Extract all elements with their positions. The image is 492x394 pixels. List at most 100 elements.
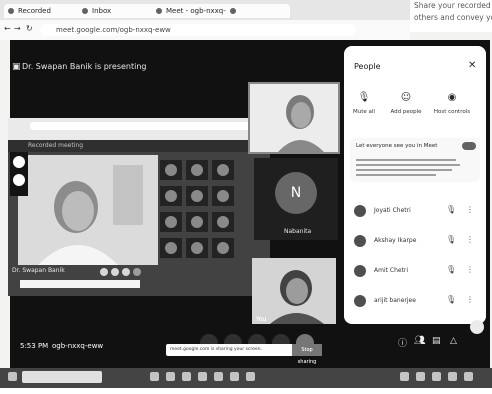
shared-taskbar — [20, 280, 140, 288]
shared-address-bar — [30, 122, 250, 130]
mic-off-icon[interactable]: 🎙︎ — [446, 205, 456, 214]
shared-main-video — [18, 155, 158, 265]
hangup-icon — [133, 268, 141, 276]
panel-title: People — [354, 62, 381, 71]
app-icon[interactable] — [166, 372, 175, 381]
camera-icon — [111, 268, 119, 276]
tray-icon[interactable] — [416, 372, 425, 381]
shared-toolbar — [10, 152, 28, 196]
app-icon[interactable] — [198, 372, 207, 381]
add-people-button[interactable]: ☺ Add people — [386, 92, 426, 115]
browser-tab[interactable]: Meet - ogb-nxxq-eww× — [152, 4, 236, 18]
more-vert-icon[interactable]: ⋮ — [466, 295, 474, 304]
stop-sharing-button[interactable]: Stop sharing — [292, 344, 322, 365]
avatar — [354, 265, 366, 277]
participant-name: Nabanita — [284, 228, 312, 235]
shared-tile — [186, 160, 208, 180]
close-icon[interactable]: ✕ — [468, 60, 476, 71]
caption-line: Share your recorded — [414, 1, 491, 10]
more-vert-icon[interactable]: ⋮ — [466, 205, 474, 214]
info-body — [356, 159, 466, 177]
taskbar-search[interactable] — [22, 371, 102, 383]
mic-off-icon: 🎙︎ — [357, 92, 371, 103]
shared-tile — [212, 238, 234, 258]
shared-tile — [160, 160, 182, 180]
host-controls-button[interactable]: ◉ Host controls — [432, 92, 472, 115]
browser-tab-bar: Recorded× Inbox× Meet - ogb-nxxq-eww× — [0, 0, 410, 20]
participant-name: arijit banerjee — [374, 297, 416, 304]
more-vert-icon[interactable]: ⋮ — [466, 265, 474, 274]
app-icon[interactable] — [182, 372, 191, 381]
shared-tile — [212, 160, 234, 180]
presentation-icon: ▣ — [12, 62, 21, 72]
start-icon[interactable] — [8, 372, 17, 381]
avatar — [354, 205, 366, 217]
shared-tile — [212, 186, 234, 206]
toggle-switch[interactable] — [462, 142, 476, 150]
participant-name: Amit Chetri — [374, 267, 409, 274]
avatar — [354, 295, 366, 307]
app-icon[interactable] — [246, 372, 255, 381]
button-label: Mute all — [353, 109, 375, 115]
participant-name: Joyati Chetri — [374, 207, 411, 214]
caption-line: others and convey yo — [414, 13, 492, 22]
mute-all-button[interactable]: 🎙︎ Mute all — [344, 92, 384, 115]
button-label: Host controls — [433, 109, 471, 115]
app-icon[interactable] — [150, 372, 159, 381]
presenting-label: Dr. Swapan Banik is presenting — [22, 62, 147, 71]
meeting-code: ogb-nxxq-eww — [52, 342, 104, 350]
participant-row[interactable]: arijit banerjee 🎙︎ ⋮ — [350, 292, 480, 312]
mic-off-icon[interactable]: 🎙︎ — [446, 235, 456, 244]
tray-icon[interactable] — [448, 372, 457, 381]
page-margin — [0, 388, 492, 394]
browser-tab[interactable] — [226, 4, 290, 18]
info-icon[interactable]: ⓘ — [398, 336, 407, 349]
pen-icon — [13, 156, 25, 168]
app-icon[interactable] — [230, 372, 239, 381]
participant-name: You — [256, 316, 267, 323]
app-icon[interactable] — [214, 372, 223, 381]
forward-icon[interactable]: → — [14, 24, 21, 33]
shared-tile — [160, 212, 182, 232]
button-label: Add people — [390, 109, 422, 115]
participant-tile[interactable] — [252, 258, 336, 324]
tray-icon[interactable] — [400, 372, 409, 381]
shared-tile — [186, 238, 208, 258]
mic-off-icon[interactable]: 🎙︎ — [446, 295, 456, 304]
eye-icon: ◉ — [447, 92, 457, 103]
address-bar[interactable]: meet.google.com/ogb-nxxq-eww — [40, 24, 356, 36]
shared-tile — [160, 186, 182, 206]
present-icon — [122, 268, 130, 276]
shared-footer: Dr. Swapan Banik — [12, 267, 65, 274]
avatar — [354, 235, 366, 247]
avatar: N — [275, 172, 317, 214]
participant-name: Akshay Ikarpe — [374, 237, 417, 244]
more-vert-icon[interactable]: ⋮ — [466, 235, 474, 244]
participant-row[interactable]: Akshay Ikarpe 🎙︎ ⋮ — [350, 232, 480, 252]
chat-icon[interactable]: ▤ — [432, 336, 441, 346]
mic-icon — [100, 268, 108, 276]
browser-tab[interactable]: Inbox× — [78, 4, 162, 18]
mic-off-icon[interactable]: 🎙︎ — [446, 265, 456, 274]
info-title: Let everyone see you in Meet — [356, 143, 438, 149]
participant-row[interactable]: Amit Chetri 🎙︎ ⋮ — [350, 262, 480, 282]
shared-tile — [212, 212, 234, 232]
reload-icon[interactable]: ↻ — [26, 24, 33, 33]
pointer-icon — [13, 174, 25, 186]
people-icon[interactable]: 👥︎ — [414, 336, 425, 346]
tray-icon[interactable] — [432, 372, 441, 381]
shared-tile — [186, 186, 208, 206]
back-icon[interactable]: ← — [4, 24, 11, 33]
add-person-icon: ☺ — [400, 92, 412, 103]
raise-hand-button[interactable] — [470, 320, 484, 334]
meeting-time: 5:53 PM — [20, 342, 49, 350]
activities-icon[interactable]: △ — [450, 336, 457, 346]
shared-tile — [186, 212, 208, 232]
page-caption: Share your recorded others and convey yo — [410, 0, 492, 32]
participant-row[interactable]: Joyati Chetri 🎙︎ ⋮ — [350, 202, 480, 222]
browser-tab[interactable]: Recorded× — [4, 4, 88, 18]
shared-header: Recorded meeting — [8, 140, 270, 152]
participant-tile[interactable] — [248, 82, 340, 154]
shared-tile — [160, 238, 182, 258]
tray-icon[interactable] — [464, 372, 473, 381]
